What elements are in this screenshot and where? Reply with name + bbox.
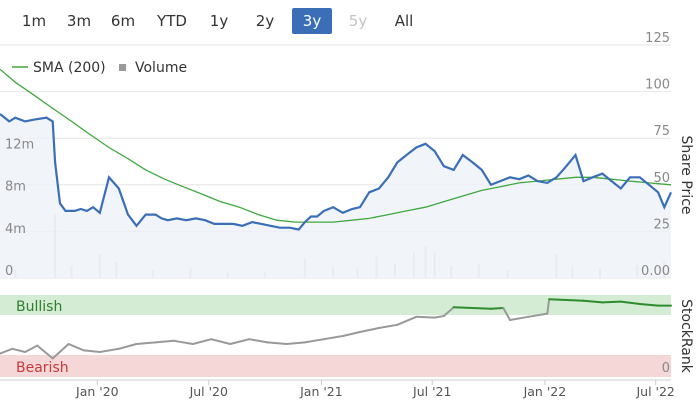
bullish-band <box>0 295 671 315</box>
price-tick-label: 50 <box>653 171 670 186</box>
chart-legend: SMA (200) Volume <box>12 60 187 76</box>
volume-tick-label: 0 <box>5 264 13 279</box>
x-tick-label: Jul '22 <box>635 384 674 399</box>
price-tick-label: 75 <box>653 124 670 139</box>
volume-tick-label: 8m <box>5 180 26 195</box>
stockrank-segment <box>601 300 622 304</box>
stockrank-axis-ticks: 0 <box>662 361 670 376</box>
bearish-band <box>0 355 671 377</box>
x-tick-label: Jan '20 <box>75 384 119 399</box>
stockrank-segment <box>322 335 344 341</box>
stockrank-segment <box>490 307 505 310</box>
stockrank-segment <box>359 327 380 333</box>
stock-chart: 125 100 75 50 25 0.00 12m 8m 4m 0 Share Price SM… <box>0 31 694 399</box>
stockrank-segment <box>0 347 14 355</box>
stockrank-segment <box>303 338 325 344</box>
stockrank-segment <box>191 338 213 345</box>
price-axis-title: Share Price <box>678 135 694 214</box>
stockrank-panel: Bullish Bearish 0 StockRank <box>0 295 694 377</box>
stockrank-segment <box>378 323 399 329</box>
stockrank-segment <box>117 343 138 350</box>
stockrank-segment <box>396 315 418 326</box>
stockrank-segment <box>172 339 194 345</box>
price-tick-label: 25 <box>653 217 670 232</box>
price-tick-label: 100 <box>645 78 670 93</box>
stockrank-segment <box>24 344 39 353</box>
x-tick-label: Jan '21 <box>299 384 343 399</box>
volume-tick-label: 4m <box>5 222 26 237</box>
x-tick-label: Jul '21 <box>412 384 451 399</box>
x-tick-label: Jan '22 <box>523 384 567 399</box>
stockrank-segment <box>210 338 232 345</box>
stockrank-segment <box>67 343 85 352</box>
stockrank-segment <box>229 338 251 345</box>
stockrank-segment <box>82 349 101 353</box>
bullish-label: Bullish <box>16 299 62 315</box>
x-tick-label: Jul '20 <box>189 384 228 399</box>
legend-volume-label: Volume <box>135 60 187 76</box>
legend-sma-label: SMA (200) <box>33 60 106 76</box>
stockrank-segment <box>548 298 568 301</box>
stockrank-segment <box>266 341 288 345</box>
stockrank-segment <box>98 347 120 353</box>
stockrank-segment <box>154 339 175 344</box>
stockrank-segment <box>452 306 474 309</box>
stockrank-segment <box>341 331 361 337</box>
stockrank-segment <box>11 347 27 353</box>
stockrank-tick-label: 0 <box>662 361 670 376</box>
x-axis: Jan '20 Jul '20 Jan '21 Jul '21 Jan '22 Jul '… <box>0 379 675 399</box>
legend-volume-swatch <box>119 64 126 71</box>
stockrank-axis-title: StockRank <box>678 299 694 374</box>
stockrank-segment <box>285 341 306 345</box>
stockrank-segment <box>248 338 269 344</box>
stockrank-segment <box>565 299 585 302</box>
bearish-label: Bearish <box>16 360 69 376</box>
price-tick-label: 0.00 <box>641 264 670 279</box>
stockrank-segment <box>509 315 530 321</box>
volume-tick-label: 12m <box>5 138 34 153</box>
price-tick-label: 125 <box>645 31 670 46</box>
stockrank-segment <box>415 315 436 319</box>
price-panel: 125 100 75 50 25 0.00 12m 8m 4m 0 Share Price SM… <box>0 31 694 279</box>
stockrank-segment <box>471 307 492 310</box>
stockrank-segment <box>135 341 157 345</box>
stockrank-segment <box>433 315 445 319</box>
